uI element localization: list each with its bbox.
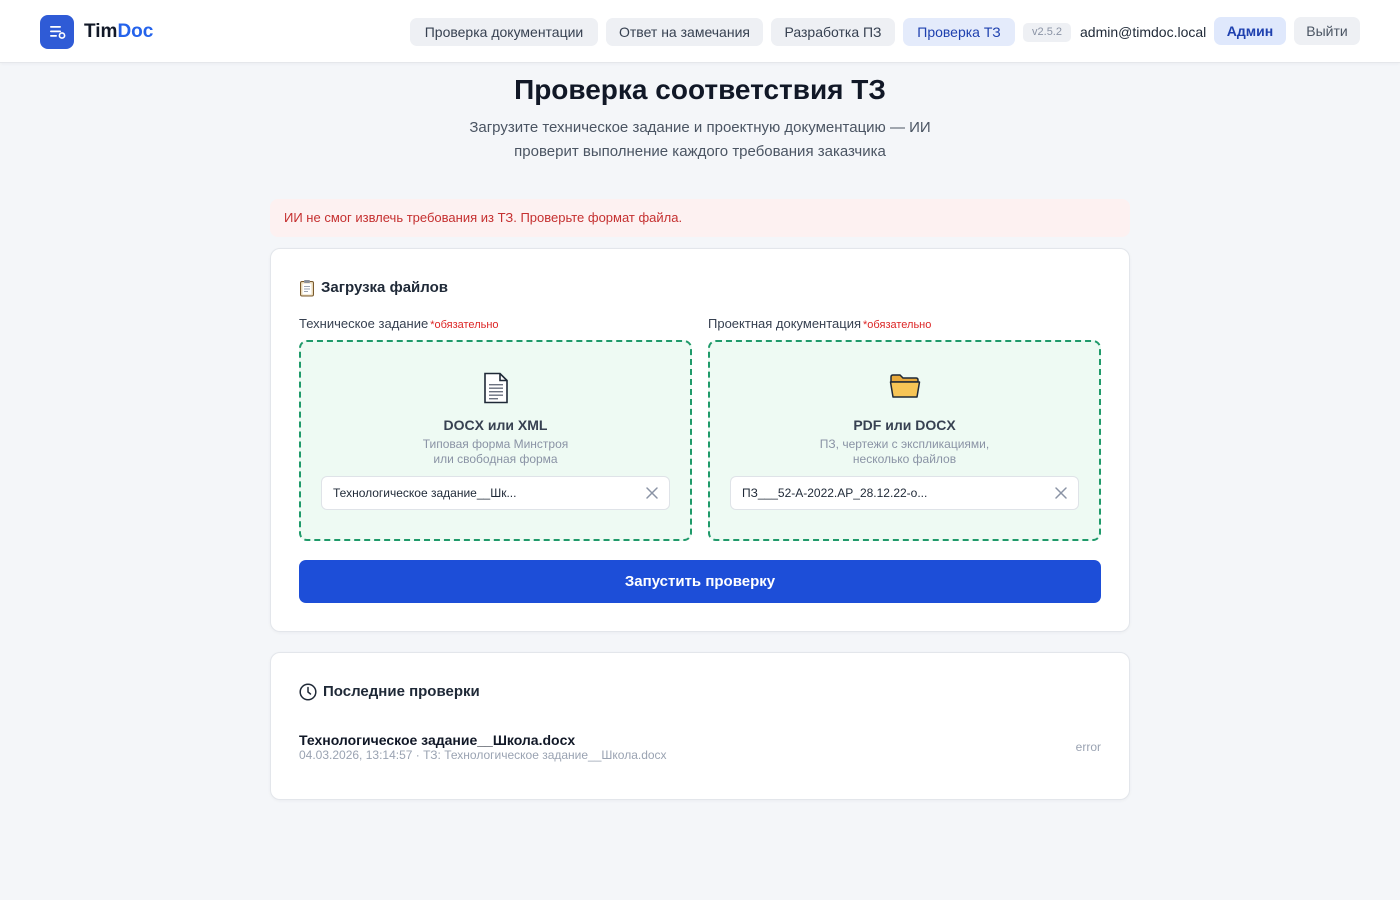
pd-format: PDF или DOCX	[853, 417, 956, 433]
recent-check-status: error	[1075, 740, 1101, 754]
page-subtitle: Загрузите техническое задание и проектну…	[469, 119, 931, 160]
pd-file-chip: ПЗ___52-А-2022.АР_28.12.22-о...	[730, 476, 1079, 510]
brand-name-part1: Tim	[84, 21, 118, 42]
upload-card: Загрузка файлов Техническое задание *обяз…	[270, 248, 1130, 632]
logo[interactable]	[40, 15, 74, 49]
nav-pz-development[interactable]: Разработка ПЗ	[771, 18, 895, 46]
recent-checks-title-text: Последние проверки	[323, 683, 480, 700]
pd-field-label: Проектная документация *обязательно	[708, 315, 931, 334]
pd-description-line2: несколько файлов	[852, 452, 957, 466]
page-title: Проверка соответствия ТЗ	[514, 74, 886, 105]
tz-description-line2: или свободная форма	[433, 452, 558, 466]
top-header: TimDoc Проверка документации Ответ на за…	[0, 0, 1400, 63]
pd-description-line1: ПЗ, чертежи с экспликациями,	[819, 437, 990, 451]
nav-response-to-remarks[interactable]: Ответ на замечания	[606, 18, 763, 46]
brand-name-part2: Doc	[117, 21, 154, 42]
document-list-icon	[50, 26, 66, 39]
logout-button[interactable]: Выйти	[1294, 17, 1360, 45]
tz-file-chip: Технологическое задание__Шк...	[321, 476, 670, 510]
tz-description: Типовая форма Минстроя или свободная фор…	[301, 437, 690, 467]
user-email: admin@timdoc.local	[1080, 24, 1207, 40]
tz-field-label: Техническое задание *обязательно	[299, 315, 499, 334]
version-badge: v2.5.2	[1023, 23, 1071, 42]
pd-required-mark: *обязательно	[863, 319, 932, 331]
brand-name: TimDoc	[84, 20, 153, 44]
pd-label-text: Проектная документация	[708, 316, 862, 331]
pd-dropzone[interactable]: PDF или DOCX ПЗ, чертежи с экспликациями…	[708, 340, 1101, 541]
recent-checks-title: Последние проверки	[299, 681, 480, 703]
upload-card-title-text: Загрузка файлов	[321, 279, 448, 296]
folder-icon	[889, 374, 920, 398]
pd-description: ПЗ, чертежи с экспликациями, несколько ф…	[710, 437, 1099, 467]
upload-card-title: Загрузка файлов	[299, 277, 448, 299]
document-icon	[483, 372, 508, 404]
run-check-button[interactable]: Запустить проверку	[299, 560, 1101, 603]
pd-file-name: ПЗ___52-А-2022.АР_28.12.22-о...	[742, 486, 928, 500]
tz-description-line1: Типовая форма Минстроя	[422, 437, 569, 451]
tz-format: DOCX или XML	[443, 417, 548, 433]
recent-check-meta: 04.03.2026, 13:14:57 · ТЗ: Технологическ…	[299, 748, 667, 762]
tz-file-name: Технологическое задание__Шк...	[333, 486, 517, 500]
admin-button[interactable]: Админ	[1214, 17, 1286, 45]
close-icon[interactable]	[1054, 486, 1068, 500]
nav-tz-check[interactable]: Проверка ТЗ	[903, 18, 1015, 46]
clock-icon	[299, 683, 317, 701]
tz-dropzone[interactable]: DOCX или XML Типовая форма Минстроя или …	[299, 340, 692, 541]
close-icon[interactable]	[645, 486, 659, 500]
clipboard-icon	[300, 280, 314, 297]
tz-label-text: Техническое задание	[299, 316, 429, 331]
error-message: ИИ не смог извлечь требования из ТЗ. Про…	[270, 199, 1130, 237]
tz-required-mark: *обязательно	[430, 319, 499, 331]
recent-checks-card: Последние проверки Технологическое задан…	[270, 652, 1130, 800]
nav-check-documentation[interactable]: Проверка документации	[410, 18, 598, 46]
